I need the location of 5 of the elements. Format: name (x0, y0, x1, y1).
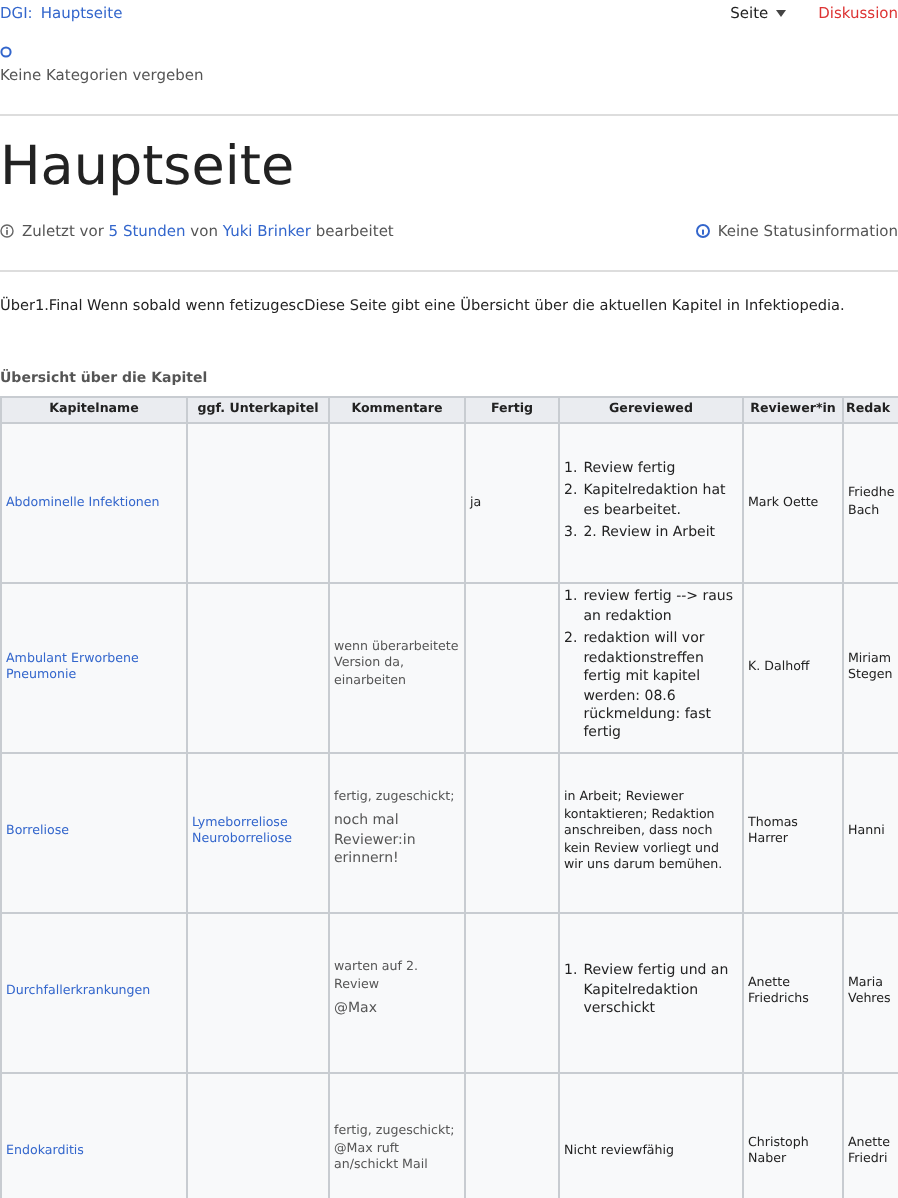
info-icon (0, 224, 14, 239)
category-icon[interactable] (0, 46, 12, 59)
caret-icon (776, 9, 787, 18)
page-title: Hauptseite (0, 135, 297, 201)
status-icon (695, 224, 710, 239)
